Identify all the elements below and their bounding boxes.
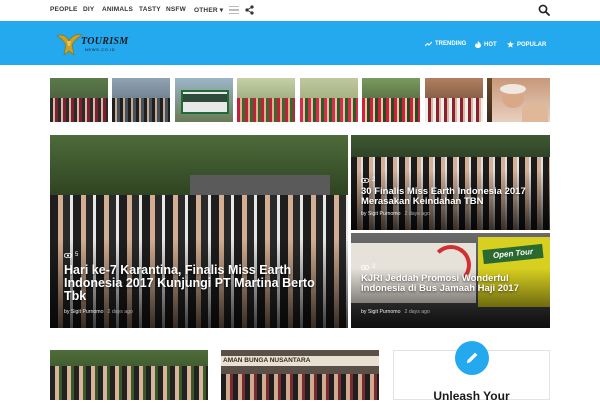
featured-title[interactable]: Hari ke-7 Karantina, Finalis Miss Earth … xyxy=(64,263,334,303)
side-post[interactable]: 2 30 Finalis Miss Earth Indonesia 2017 M… xyxy=(351,135,550,230)
side-post-title[interactable]: 30 Finalis Miss Earth Indonesia 2017 Mer… xyxy=(361,187,546,207)
thumbnail[interactable] xyxy=(362,78,420,122)
nav-item-tasty[interactable]: TASTY xyxy=(139,6,161,13)
view-count-value: 3 xyxy=(372,264,376,270)
logo-subtext: NEWS.CO.ID xyxy=(85,47,116,52)
thumbnail[interactable] xyxy=(50,78,108,122)
view-count: 3 xyxy=(361,264,375,270)
post-card[interactable] xyxy=(50,350,208,400)
side-post-title[interactable]: KJRI Jeddah Promosi Wonderful Indonesia … xyxy=(361,274,546,294)
search-icon[interactable] xyxy=(538,4,550,16)
view-count: 2 xyxy=(361,177,375,183)
site-header: TOURISM NEWS.CO.ID TRENDING HOT POPULAR xyxy=(0,21,600,65)
nav-trending[interactable]: TRENDING xyxy=(425,41,466,47)
widget-title: Unleash Your xyxy=(433,389,510,403)
share-icon[interactable] xyxy=(245,5,254,15)
eye-icon xyxy=(361,177,369,183)
nav-item-nsfw[interactable]: NSFW xyxy=(166,6,186,13)
nav-item-people[interactable]: PEOPLE xyxy=(50,6,78,13)
site-logo[interactable]: TOURISM NEWS.CO.ID xyxy=(55,30,135,56)
thumbnail[interactable] xyxy=(237,78,295,122)
featured-post[interactable]: 5 Hari ke-7 Karantina, Finalis Miss Eart… xyxy=(50,135,348,328)
nav-popular-label: POPULAR xyxy=(517,41,547,48)
nav-item-other[interactable]: OTHER ▾ xyxy=(194,6,223,14)
top-navigation: PEOPLE DIY ANIMALS TASTY NSFW OTHER ▾ xyxy=(0,0,600,21)
post-date: 2 days ago xyxy=(404,211,430,217)
eye-icon xyxy=(64,252,72,258)
hamburger-menu-icon[interactable] xyxy=(229,6,239,15)
post-meta: by Sigit Purnomo 2 days ago xyxy=(361,211,430,217)
nav-item-diy[interactable]: DIY xyxy=(83,6,94,13)
eagle-logo-icon xyxy=(56,34,83,56)
post-date: 2 days ago xyxy=(404,309,430,315)
thumbnail[interactable] xyxy=(492,78,550,122)
trending-icon xyxy=(425,41,432,47)
post-meta: by Sigit Purnomo 2 days ago xyxy=(361,309,430,315)
logo-text: TOURISM xyxy=(81,36,129,47)
thumbnail[interactable] xyxy=(112,78,170,122)
star-icon xyxy=(507,41,514,48)
post-meta: by Sigit Purnomo 2 days ago xyxy=(64,309,133,315)
post-author[interactable]: by Sigit Purnomo xyxy=(361,211,401,217)
thumbnail[interactable] xyxy=(175,78,233,122)
nav-hot-label: HOT xyxy=(484,41,497,48)
thumbnail[interactable] xyxy=(425,78,483,122)
nav-item-animals[interactable]: ANIMALS xyxy=(102,6,133,13)
thumbnail[interactable] xyxy=(300,78,358,122)
post-card[interactable]: AMAN BUNGA NUSANTARA xyxy=(221,350,379,400)
bottom-sign-text: AMAN BUNGA NUSANTARA xyxy=(221,356,379,366)
nav-hot[interactable]: HOT xyxy=(475,41,497,48)
post-author[interactable]: by Sigit Purnomo xyxy=(64,309,104,315)
nav-popular[interactable]: POPULAR xyxy=(507,41,546,48)
nav-trending-label: TRENDING xyxy=(435,41,467,47)
pen-icon[interactable] xyxy=(455,341,489,375)
post-author[interactable]: by Sigit Purnomo xyxy=(361,309,401,315)
submit-widget: Unleash Your xyxy=(393,341,550,403)
view-count-value: 2 xyxy=(372,177,376,183)
flame-icon xyxy=(475,41,481,48)
post-date: 2 days ago xyxy=(107,309,133,315)
view-count: 5 xyxy=(64,252,78,258)
side-post[interactable]: Open Tour 3 KJRI Jeddah Promosi Wonderfu… xyxy=(351,233,550,328)
eye-icon xyxy=(361,264,369,270)
thumbnail-strip xyxy=(50,78,550,122)
view-count-value: 5 xyxy=(75,252,79,258)
